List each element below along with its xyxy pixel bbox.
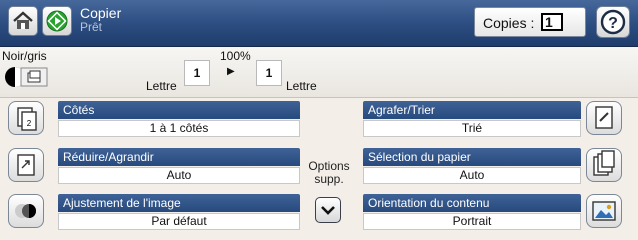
orientation-button[interactable]	[586, 194, 622, 228]
copies-label: Copies :	[483, 15, 535, 31]
reduce-enlarge-icon	[17, 154, 35, 176]
sides-button[interactable]: 2	[8, 101, 44, 135]
sides-label: Côtés	[58, 101, 300, 119]
adjust-button[interactable]	[8, 194, 44, 228]
more-options[interactable]: Options supp.	[304, 160, 354, 186]
status-text: Prêt	[80, 20, 103, 34]
help-button[interactable]: ?	[596, 6, 630, 38]
zoom-label: 100%	[220, 49, 251, 63]
svg-text:2: 2	[27, 119, 32, 128]
dest-page-count: 1	[256, 60, 282, 86]
page-title: Copier	[80, 5, 122, 21]
color-mode-icon	[5, 67, 48, 87]
paper-value: Auto	[363, 167, 581, 184]
orientation-icon	[592, 201, 616, 221]
paper-select-icon	[593, 150, 615, 176]
orientation-label: Orientation du contenu	[363, 194, 581, 212]
adjust-value: Par défaut	[58, 213, 300, 230]
help-icon: ?	[600, 9, 626, 35]
staple-label: Agrafer/Trier	[363, 101, 581, 119]
duplex-icon: 2	[17, 107, 37, 131]
source-paper-label: Lettre	[146, 79, 177, 93]
paper-button[interactable]	[586, 148, 622, 182]
source-page-count: 1	[184, 60, 210, 86]
staple-button[interactable]	[586, 101, 622, 135]
home-icon	[13, 11, 33, 29]
staple-value: Trié	[363, 120, 581, 137]
more-options-line2: supp.	[314, 172, 344, 186]
copies-input[interactable]: 1	[541, 13, 563, 31]
copies-control[interactable]: Copies : 1	[474, 7, 586, 37]
chevron-down-icon	[321, 206, 335, 215]
reduce-button[interactable]	[8, 148, 44, 182]
reduce-value: Auto	[58, 167, 300, 184]
home-button[interactable]	[8, 6, 38, 36]
color-mode-label: Noir/gris	[2, 49, 47, 63]
sides-value: 1 à 1 côtés	[58, 120, 300, 137]
svg-text:?: ?	[608, 15, 618, 32]
top-bar: Copier Prêt Copies : 1 ?	[0, 0, 638, 47]
reduce-label: Réduire/Agrandir	[58, 148, 300, 166]
start-icon	[46, 10, 68, 32]
image-adjust-icon	[15, 204, 36, 218]
scroll-down-button[interactable]	[315, 197, 341, 223]
paper-label: Sélection du papier	[363, 148, 581, 166]
preview-strip: Noir/gris 100% Lettre 1 ▶ 1 Lettre	[0, 47, 638, 98]
adjust-label: Ajustement de l'image	[58, 194, 300, 212]
dest-paper-label: Lettre	[286, 79, 317, 93]
staple-icon	[595, 106, 613, 129]
orientation-value: Portrait	[363, 213, 581, 230]
start-button[interactable]	[42, 6, 72, 36]
arrow-right-icon: ▶	[227, 66, 235, 77]
